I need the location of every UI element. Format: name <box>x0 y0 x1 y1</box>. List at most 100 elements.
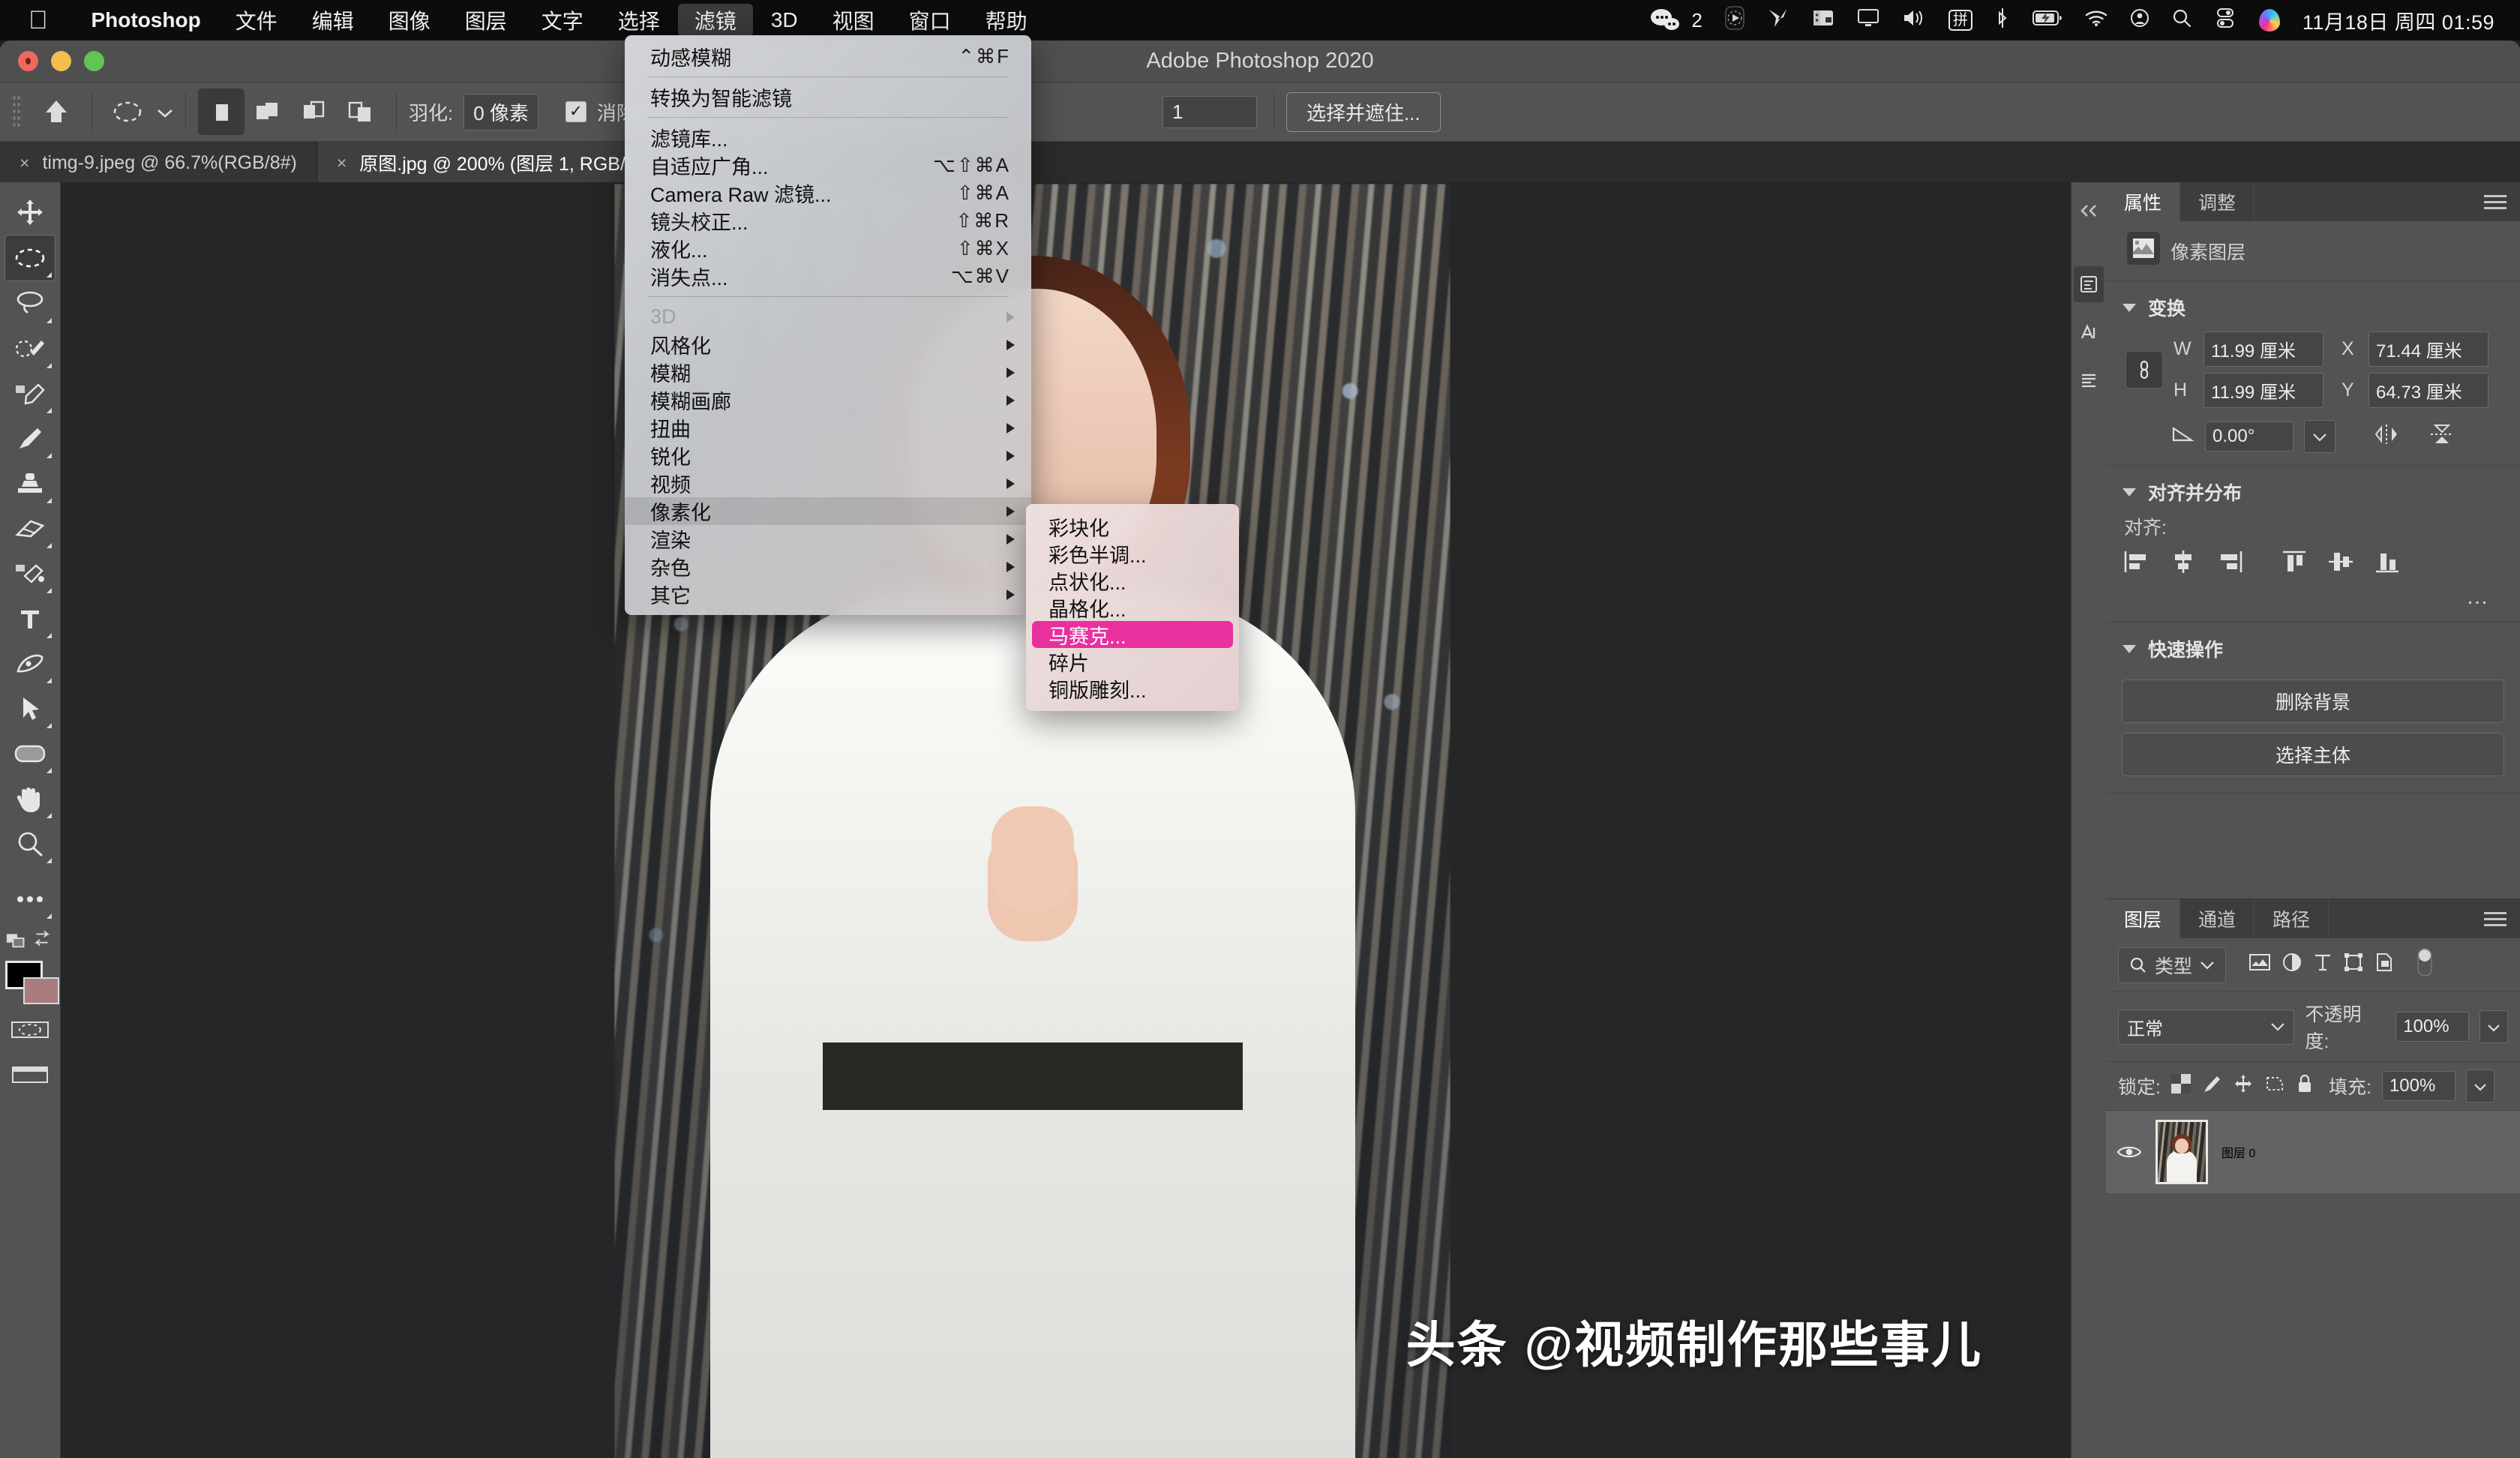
blend-mode-select[interactable]: 正常 <box>2118 1010 2294 1045</box>
more-tools-icon[interactable] <box>5 877 55 922</box>
align-horizontal-centers-button[interactable] <box>2169 549 2198 580</box>
menu-item-lens-correction[interactable]: 镜头校正... ⇧⌘R <box>625 207 1031 235</box>
lock-transparent-pixels-icon[interactable] <box>2171 1074 2191 1099</box>
paragraph-rail-icon[interactable] <box>2074 362 2104 398</box>
move-tool[interactable] <box>5 190 55 235</box>
battery-charging-icon[interactable] <box>2032 8 2062 32</box>
elliptical-marquee-icon[interactable] <box>104 88 151 135</box>
finder-tray-icon[interactable] <box>1812 8 1834 34</box>
background-color-swatch[interactable] <box>23 977 59 1004</box>
quick-selection-tool[interactable] <box>5 326 55 371</box>
menu-item-video[interactable]: 视频 <box>625 470 1031 497</box>
menu-window[interactable]: 窗口 <box>892 4 968 37</box>
x-input[interactable]: 71.44 厘米 <box>2368 332 2488 367</box>
home-icon[interactable] <box>33 88 80 135</box>
align-left-edges-button[interactable] <box>2122 549 2151 580</box>
new-selection-button[interactable] <box>198 88 244 135</box>
transform-section-header[interactable]: 变换 <box>2106 281 2520 328</box>
panel-menu-icon[interactable] <box>2484 908 2506 930</box>
color-swatches[interactable] <box>4 961 56 1007</box>
tab-channels[interactable]: 通道 <box>2180 899 2254 938</box>
layer-name[interactable]: 图层 0 <box>2222 1143 2255 1161</box>
menu-edit[interactable]: 编辑 <box>296 4 370 37</box>
intersect-selection-button[interactable] <box>338 88 384 135</box>
wifi-icon[interactable] <box>2085 8 2108 32</box>
align-vertical-centers-button[interactable] <box>2326 549 2355 580</box>
submenu-item-mezzotint[interactable]: 铜版雕刻... <box>1026 675 1239 702</box>
tab-paths[interactable]: 路径 <box>2254 899 2329 938</box>
path-selection-tool[interactable] <box>5 686 55 731</box>
marquee-preset-chevron-down-icon[interactable] <box>157 100 173 124</box>
document-tab-1[interactable]: × timg-9.jpeg @ 66.7%(RGB/8#) <box>0 142 317 184</box>
quick-mask-icon[interactable] <box>5 1007 55 1052</box>
submenu-item-color-halftone[interactable]: 彩色半调... <box>1026 540 1239 567</box>
eye-icon[interactable] <box>2116 1144 2142 1160</box>
pixelate-submenu[interactable]: 彩块化 彩色半调... 点状化... 晶格化... 马赛克... 碎片 铜版雕刻… <box>1026 504 1239 711</box>
submenu-item-mosaic[interactable]: 马赛克... <box>1032 621 1233 648</box>
rectangle-tool[interactable] <box>5 731 55 776</box>
clone-stamp-tool[interactable] <box>5 461 55 506</box>
siri-icon[interactable] <box>2259 9 2280 32</box>
input-method-icon[interactable]: 拼 <box>1948 10 1972 31</box>
close-icon[interactable]: × <box>20 153 29 173</box>
layer-row[interactable]: 图层 0 <box>2106 1111 2520 1193</box>
menu-item-blur-gallery[interactable]: 模糊画廊 <box>625 386 1031 414</box>
flip-horizontal-icon[interactable] <box>2372 423 2402 451</box>
lasso-tool[interactable] <box>5 281 55 326</box>
select-subject-button[interactable]: 选择主体 <box>2122 733 2504 776</box>
menu-item-liquify[interactable]: 液化... ⇧⌘X <box>625 235 1031 262</box>
menu-3d[interactable]: 3D <box>754 7 814 34</box>
lock-artboard-nesting-icon[interactable] <box>2264 1073 2285 1100</box>
menu-item-stylize[interactable]: 风格化 <box>625 331 1031 358</box>
menu-help[interactable]: 帮助 <box>969 4 1044 37</box>
menu-item-noise[interactable]: 杂色 <box>625 553 1031 580</box>
width-input[interactable]: 11.99 厘米 <box>2204 332 2324 367</box>
screen-record-icon[interactable] <box>1725 6 1744 35</box>
menu-item-blur[interactable]: 模糊 <box>625 358 1031 386</box>
menu-item-sharpen[interactable]: 锐化 <box>625 442 1031 470</box>
bluetooth-icon[interactable] <box>1995 8 2010 34</box>
lock-image-pixels-icon[interactable] <box>2201 1073 2222 1100</box>
menu-item-filter-gallery[interactable]: 滤镜库... <box>625 124 1031 152</box>
fill-input[interactable]: 100% <box>2382 1071 2456 1101</box>
subtract-from-selection-button[interactable] <box>291 88 338 135</box>
clock[interactable]: 11月18日 周四 01:59 <box>2302 6 2494 35</box>
layer-filter-type-select[interactable]: 类型 <box>2118 947 2226 983</box>
gradient-tool[interactable] <box>5 551 55 596</box>
y-input[interactable]: 64.73 厘米 <box>2368 373 2488 408</box>
volume-icon[interactable] <box>1902 8 1926 33</box>
eraser-tool[interactable] <box>5 506 55 551</box>
style-value-input[interactable]: 1 <box>1162 96 1257 128</box>
search-icon[interactable] <box>2172 8 2192 33</box>
lock-all-icon[interactable] <box>2296 1073 2314 1100</box>
lock-position-icon[interactable] <box>2233 1073 2254 1100</box>
eyedropper-tool[interactable] <box>5 371 55 416</box>
menu-item-adaptive-wide-angle[interactable]: 自适应广角... ⌥⇧⌘A <box>625 152 1031 179</box>
align-right-edges-button[interactable] <box>2216 549 2244 580</box>
properties-rail-icon[interactable] <box>2074 266 2104 302</box>
align-bottom-edges-button[interactable] <box>2373 549 2402 580</box>
menu-item-distort[interactable]: 扭曲 <box>625 414 1031 442</box>
menu-item-convert-to-smart-filter[interactable]: 转换为智能滤镜 <box>625 83 1031 111</box>
submenu-item-fragment[interactable]: 碎片 <box>1026 648 1239 675</box>
filter-menu-dropdown[interactable]: 动感模糊 ⌃⌘F 转换为智能滤镜 滤镜库... 自适应广角... ⌥⇧⌘A Ca… <box>625 35 1031 615</box>
bird-app-icon[interactable] <box>1767 7 1790 34</box>
menu-item-render[interactable]: 渲染 <box>625 525 1031 553</box>
menu-image[interactable]: 图像 <box>372 4 447 37</box>
tab-layers[interactable]: 图层 <box>2106 899 2180 938</box>
type-tool[interactable] <box>5 596 55 641</box>
antialias-checkbox[interactable]: ✓ <box>566 101 586 122</box>
filter-shape-layers-icon[interactable] <box>2343 952 2364 978</box>
apple-logo-icon[interactable]:  <box>28 8 48 33</box>
feather-input[interactable]: 0 像素 <box>464 94 538 130</box>
quick-actions-header[interactable]: 快速操作 <box>2106 622 2520 670</box>
menu-file[interactable]: 文件 <box>219 4 294 37</box>
flip-vertical-icon[interactable] <box>2428 422 2456 452</box>
submenu-item-crystallize[interactable]: 晶格化... <box>1026 594 1239 621</box>
hand-tool[interactable] <box>5 776 55 821</box>
default-colors-icon[interactable] <box>5 922 55 956</box>
tab-adjustments[interactable]: 调整 <box>2180 182 2254 221</box>
character-rail-icon[interactable] <box>2074 314 2104 350</box>
menu-layer[interactable]: 图层 <box>448 4 524 37</box>
filter-type-layers-icon[interactable] <box>2313 952 2332 978</box>
